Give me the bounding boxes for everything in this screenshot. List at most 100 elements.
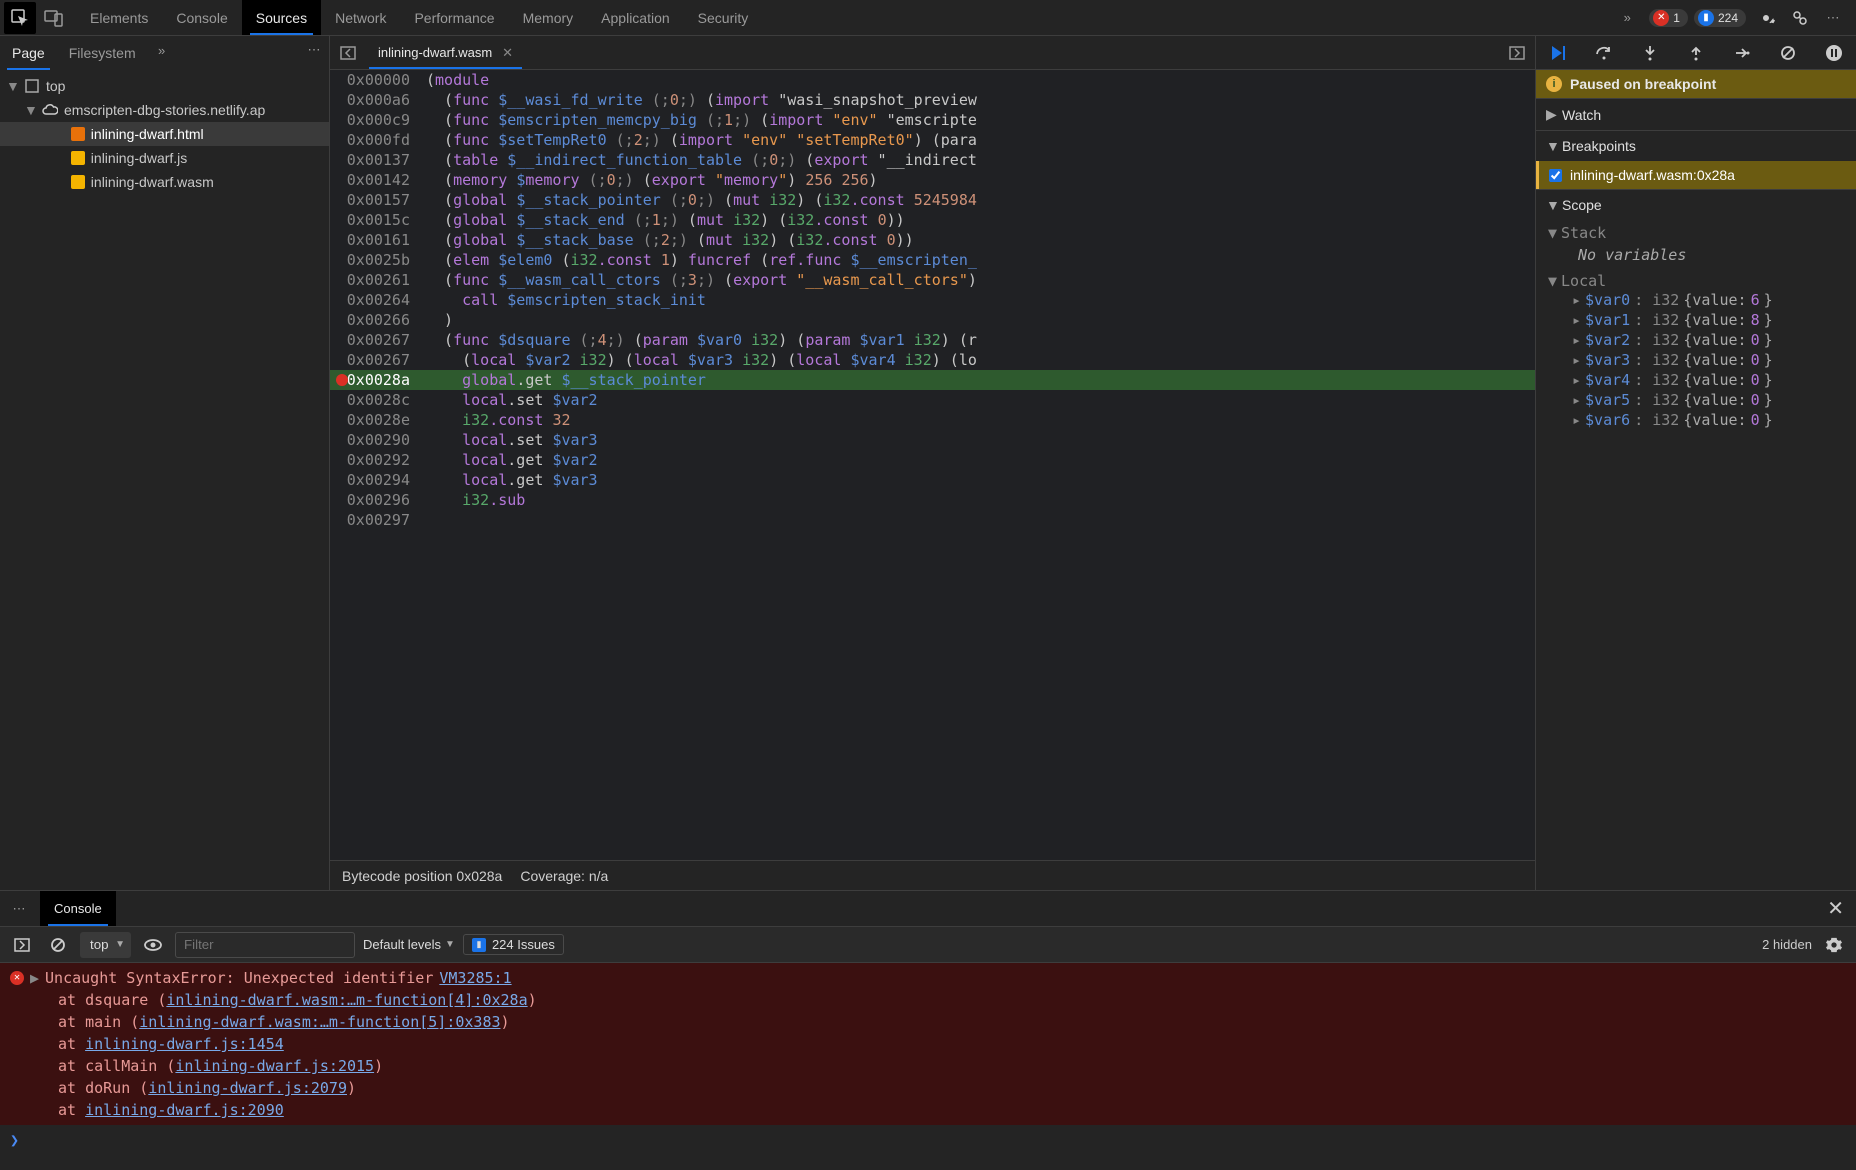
stack-link[interactable]: inlining-dwarf.js:1454 [85, 1035, 284, 1053]
stack-link[interactable]: inlining-dwarf.js:2079 [148, 1079, 347, 1097]
scope-variable[interactable]: ▸ $var0: i32 {value: 6} [1548, 290, 1850, 310]
drawer-tab-label: Console [54, 901, 102, 916]
breakpoint-item[interactable]: inlining-dwarf.wasm:0x28a [1536, 161, 1856, 189]
settings-icon[interactable] [1752, 4, 1780, 32]
main-tabstrip: ElementsConsoleSourcesNetworkPerformance… [0, 0, 1856, 36]
hidden-count[interactable]: 2 hidden [1762, 937, 1812, 952]
issue-icon: ▮ [472, 938, 486, 952]
navigator-tab-filesystem[interactable]: Filesystem [57, 36, 148, 70]
step-icon[interactable] [1728, 39, 1756, 67]
breakpoint-checkbox[interactable] [1549, 169, 1562, 182]
console-drawer: ⋯ Console ✕ top Default levels ▼ ▮224 Is… [0, 890, 1856, 1170]
editor-tab[interactable]: inlining-dwarf.wasm ✕ [366, 36, 525, 69]
error-source-link[interactable]: VM3285:1 [439, 967, 511, 989]
breakpoints-label: Breakpoints [1562, 138, 1636, 154]
step-into-icon[interactable] [1636, 39, 1664, 67]
context-selector[interactable]: top [80, 932, 131, 958]
breakpoint-label: inlining-dwarf.wasm:0x28a [1570, 167, 1735, 183]
scope-variable[interactable]: ▸ $var2: i32 {value: 0} [1548, 330, 1850, 350]
console-sidebar-icon[interactable] [8, 931, 36, 959]
tab-security[interactable]: Security [684, 0, 763, 35]
tree-top[interactable]: ▼top [0, 74, 329, 98]
step-over-icon[interactable] [1590, 39, 1618, 67]
step-out-icon[interactable] [1682, 39, 1710, 67]
stack-header[interactable]: ▼Stack [1548, 224, 1850, 242]
local-header[interactable]: ▼Local [1548, 272, 1850, 290]
tree-file[interactable]: inlining-dwarf.js [0, 146, 329, 170]
scope-stack: ▼Stack No variables ▼Local ▸ $var0: i32 … [1536, 220, 1856, 434]
editor-tabstrip: inlining-dwarf.wasm ✕ [330, 36, 1535, 70]
close-tab-icon[interactable]: ✕ [502, 45, 513, 61]
issue-count-badge[interactable]: ▮ 224 [1694, 9, 1746, 27]
tab-network[interactable]: Network [321, 0, 400, 35]
kebab-menu-icon[interactable]: ⋯ [1820, 4, 1848, 32]
log-levels-selector[interactable]: Default levels ▼ [363, 937, 455, 952]
experiments-icon[interactable] [1786, 4, 1814, 32]
drawer-tabstrip: ⋯ Console ✕ [0, 891, 1856, 927]
console-error: ✕▶Uncaught SyntaxError: Unexpected ident… [0, 963, 1856, 1125]
watch-section[interactable]: ▶Watch [1536, 98, 1856, 130]
code-editor[interactable]: 0x00000(module0x000a6 (func $__wasi_fd_w… [330, 70, 1535, 860]
console-settings-icon[interactable] [1820, 931, 1848, 959]
live-expression-icon[interactable] [139, 931, 167, 959]
no-variables: No variables [1548, 242, 1850, 272]
info-icon: i [1546, 76, 1562, 92]
debugger-toolbar [1536, 36, 1856, 70]
tree-file[interactable]: inlining-dwarf.wasm [0, 170, 329, 194]
clear-console-icon[interactable] [44, 931, 72, 959]
tab-sources[interactable]: Sources [242, 0, 321, 35]
tree-domain[interactable]: ▼emscripten-dbg-stories.netlify.ap [0, 98, 329, 122]
scope-variable[interactable]: ▸ $var6: i32 {value: 0} [1548, 410, 1850, 430]
pause-on-exceptions-icon[interactable] [1820, 39, 1848, 67]
stack-link[interactable]: inlining-dwarf.wasm:…m-function[4]:0x28a [166, 991, 527, 1009]
console-output[interactable]: ✕▶Uncaught SyntaxError: Unexpected ident… [0, 963, 1856, 1170]
log-levels-label: Default levels [363, 937, 441, 952]
more-tabs-icon[interactable]: » [1613, 4, 1641, 32]
toggle-navigator-icon[interactable] [330, 36, 366, 69]
context-select[interactable]: top [80, 932, 131, 958]
tab-performance[interactable]: Performance [400, 0, 508, 35]
stack-link[interactable]: inlining-dwarf.js:2015 [175, 1057, 374, 1075]
scope-section[interactable]: ▼Scope [1536, 189, 1856, 220]
tab-memory[interactable]: Memory [509, 0, 588, 35]
file-tree: ▼top▼emscripten-dbg-stories.netlify.apin… [0, 70, 329, 198]
drawer-tab-console[interactable]: Console [40, 891, 116, 926]
stack-link[interactable]: inlining-dwarf.js:2090 [85, 1101, 284, 1119]
console-prompt[interactable]: ❯ [0, 1125, 1856, 1155]
drawer-menu-icon[interactable]: ⋯ [0, 895, 40, 923]
breakpoints-section[interactable]: ▼Breakpoints [1536, 130, 1856, 161]
scope-variable[interactable]: ▸ $var5: i32 {value: 0} [1548, 390, 1850, 410]
tab-application[interactable]: Application [587, 0, 684, 35]
frame-icon [24, 78, 40, 94]
resume-icon[interactable] [1544, 39, 1572, 67]
bytecode-position: Bytecode position 0x028a [342, 868, 502, 884]
scope-variable[interactable]: ▸ $var4: i32 {value: 0} [1548, 370, 1850, 390]
debugger-pane: i Paused on breakpoint ▶Watch ▼Breakpoin… [1536, 36, 1856, 890]
error-icon: ✕ [10, 971, 24, 985]
local-label: Local [1561, 272, 1606, 290]
close-drawer-icon[interactable]: ✕ [1815, 896, 1856, 921]
tab-elements[interactable]: Elements [76, 0, 162, 35]
scope-label: Scope [1562, 197, 1602, 213]
scope-variable[interactable]: ▸ $var3: i32 {value: 0} [1548, 350, 1850, 370]
watch-label: Watch [1562, 107, 1601, 123]
editor-tab-label: inlining-dwarf.wasm [378, 45, 492, 60]
deactivate-breakpoints-icon[interactable] [1774, 39, 1802, 67]
tree-file[interactable]: inlining-dwarf.html [0, 122, 329, 146]
navigator-menu-icon[interactable]: ⋯ [301, 36, 329, 64]
inspect-element-icon[interactable] [4, 2, 36, 34]
error-count-badge[interactable]: ✕ 1 [1649, 9, 1688, 27]
editor-statusbar: Bytecode position 0x028a Coverage: n/a [330, 860, 1535, 890]
navigator-tabs: PageFilesystem » ⋯ [0, 36, 329, 70]
toggle-debugger-icon[interactable] [1499, 36, 1535, 69]
file-icon [71, 175, 85, 189]
issues-pill[interactable]: ▮224 Issues [463, 934, 564, 955]
device-toolbar-icon[interactable] [40, 4, 68, 32]
navigator-tab-page[interactable]: Page [0, 36, 57, 70]
paused-banner: i Paused on breakpoint [1536, 70, 1856, 98]
console-filter-input[interactable] [175, 932, 355, 958]
stack-link[interactable]: inlining-dwarf.wasm:…m-function[5]:0x383 [139, 1013, 500, 1031]
scope-variable[interactable]: ▸ $var1: i32 {value: 8} [1548, 310, 1850, 330]
tab-console[interactable]: Console [162, 0, 241, 35]
more-navigator-tabs-icon[interactable]: » [148, 36, 176, 64]
